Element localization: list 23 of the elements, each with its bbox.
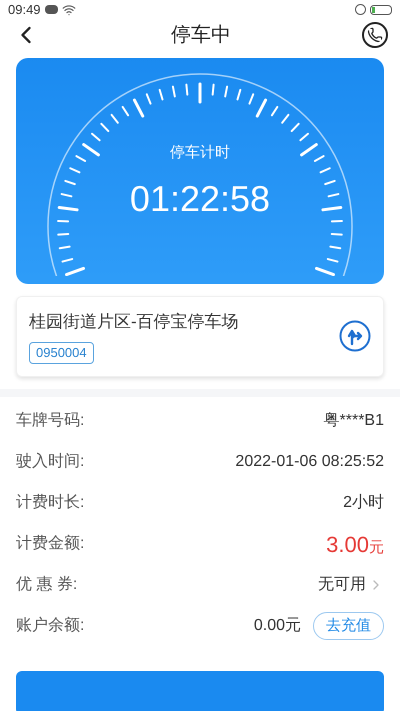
wifi-icon	[62, 2, 76, 17]
detail-label: 计费时长:	[16, 492, 84, 513]
detail-label: 计费金额:	[16, 534, 84, 554]
balance-value: 0.00元	[254, 616, 301, 636]
status-time: 09:49	[8, 1, 41, 19]
recharge-button[interactable]: 去充值	[313, 612, 384, 640]
coupon-selector[interactable]: 无可用	[318, 573, 384, 597]
timer-value: 01:22:58	[130, 177, 270, 221]
battery-icon	[370, 4, 392, 15]
timer-label: 停车计时	[170, 142, 230, 162]
parking-lot-name: 桂园街道片区-百停宝停车场	[29, 310, 239, 332]
detail-label: 优 惠 券:	[16, 574, 78, 595]
fee-amount: 3.00元	[326, 530, 384, 558]
phone-icon[interactable]	[362, 22, 388, 48]
detail-value: 2022-01-06 08:25:52	[235, 452, 384, 472]
lot-code-tag: 0950004	[29, 342, 94, 364]
detail-label: 账户余额:	[16, 616, 84, 636]
navigation-icon[interactable]	[339, 320, 371, 352]
detail-value: 粤****B1	[324, 411, 384, 431]
detail-label: 驶入时间:	[16, 452, 84, 472]
detail-label: 车牌号码:	[16, 410, 84, 431]
page-title: 停车中	[171, 22, 231, 48]
detail-value: 2小时	[343, 492, 384, 513]
